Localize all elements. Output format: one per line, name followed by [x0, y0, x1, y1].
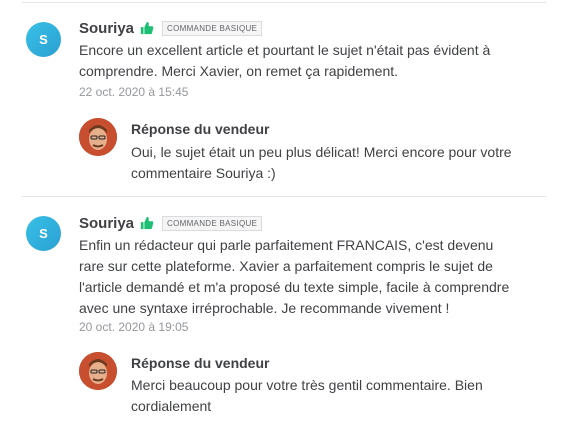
review-date: 22 oct. 2020 à 15:45	[79, 85, 189, 99]
seller-response-title: Réponse du vendeur	[131, 355, 270, 371]
review-comment: Enfin un rédacteur qui parle parfaitemen…	[79, 237, 510, 316]
reviewer-avatar[interactable]: S	[26, 22, 61, 57]
reviewer-name[interactable]: Souriya	[79, 215, 134, 232]
reviewer-header: Souriya COMMANDE BASIQUE	[79, 214, 263, 232]
order-badge: COMMANDE BASIQUE	[162, 20, 263, 36]
divider	[22, 2, 546, 3]
reviewer-name[interactable]: Souriya	[79, 20, 134, 37]
seller-response-title: Réponse du vendeur	[131, 121, 270, 137]
review-date: 20 oct. 2020 à 19:05	[79, 320, 189, 334]
review-comment: Encore un excellent article et pourtant …	[79, 42, 491, 79]
review-list: S Souriya COMMANDE BASIQUE Encore un exc…	[0, 0, 569, 427]
order-badge: COMMANDE BASIQUE	[162, 215, 263, 231]
reviewer-header: Souriya COMMANDE BASIQUE	[79, 19, 263, 37]
thumbs-up-icon	[140, 21, 154, 35]
seller-avatar	[79, 118, 117, 156]
reviewer-avatar[interactable]: S	[26, 216, 61, 251]
thumbs-up-icon	[140, 216, 154, 230]
seller-avatar	[79, 352, 117, 390]
seller-response-text: Oui, le sujet était un peu plus délicat!…	[131, 144, 512, 181]
seller-response-text: Merci beaucoup pour votre très gentil co…	[131, 377, 483, 414]
divider	[22, 196, 546, 197]
